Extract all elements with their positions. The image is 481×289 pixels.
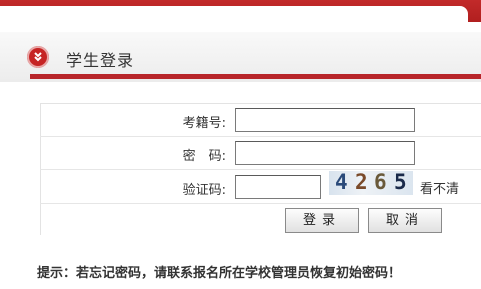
page-title: 学生登录: [66, 51, 135, 70]
top-banner-inner: [0, 6, 468, 22]
row-divider: [40, 169, 481, 170]
password-label: 密 码:: [182, 149, 226, 164]
exam-id-input[interactable]: [235, 108, 415, 132]
captcha-refresh-link[interactable]: 看不清: [420, 178, 459, 197]
row-divider: [40, 136, 481, 137]
captcha-label: 验证码:: [182, 183, 226, 198]
captcha-digit: 2: [355, 170, 368, 194]
password-input[interactable]: [235, 141, 415, 165]
captcha-digit: 4: [335, 170, 348, 194]
captcha-digit: 5: [394, 170, 407, 194]
captcha-image[interactable]: 4 2 6 5: [329, 170, 413, 195]
arrow-down-circle-icon: [27, 46, 49, 68]
header-divider: [30, 74, 481, 79]
exam-id-label: 考籍号:: [182, 116, 226, 131]
captcha-input[interactable]: [235, 175, 321, 199]
password-tip: 提示：若忘记密码，请联系报名所在学校管理员恢复初始密码！: [37, 266, 402, 281]
login-button[interactable]: 登录: [285, 208, 359, 233]
row-divider: [40, 203, 481, 204]
captcha-digit: 6: [374, 170, 387, 194]
cancel-button[interactable]: 取消: [368, 208, 442, 233]
